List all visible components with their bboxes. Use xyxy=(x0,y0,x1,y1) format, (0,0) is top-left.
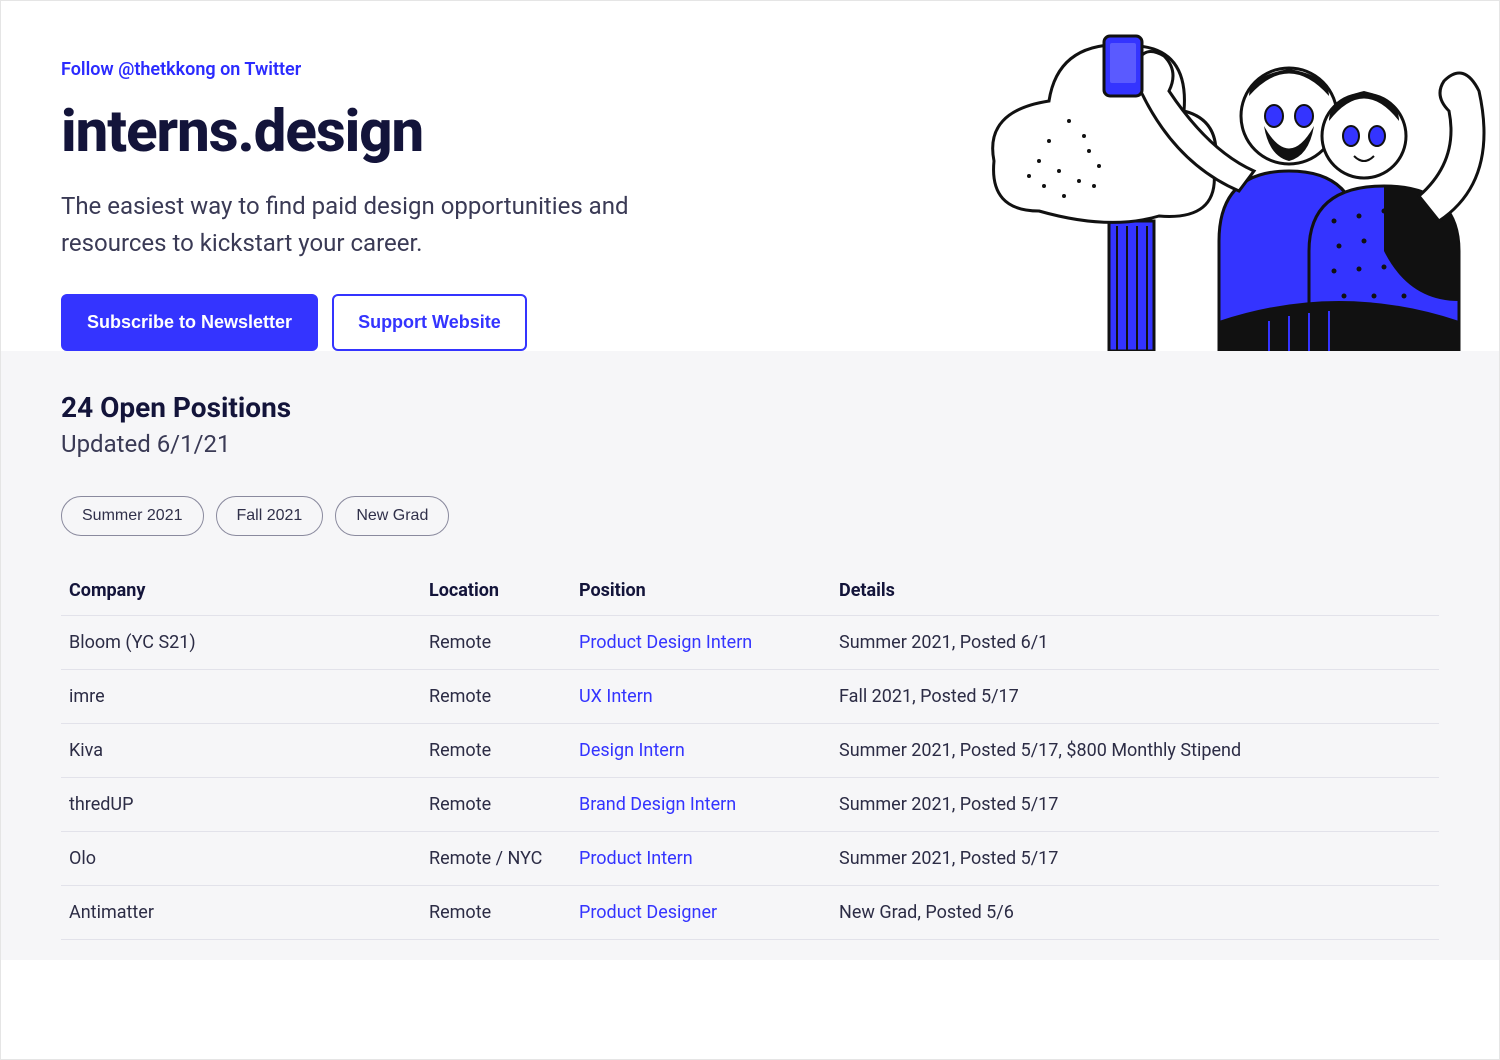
cell-location: Remote xyxy=(421,616,571,670)
cell-location: Remote xyxy=(421,778,571,832)
cell-company: imre xyxy=(61,670,421,724)
cell-company: Olo xyxy=(61,832,421,886)
position-link[interactable]: Product Intern xyxy=(579,848,693,869)
table-header-row: Company Location Position Details xyxy=(61,566,1439,616)
table-row: OloRemote / NYC Product Intern Summer 2021… xyxy=(61,832,1439,886)
cell-position: UX Intern xyxy=(571,670,831,724)
hero-section: Follow @thetkkong on Twitter interns.des… xyxy=(1,1,1499,351)
listings-section: 24 Open Positions Updated 6/1/21 Summer … xyxy=(1,351,1499,960)
cell-details: Fall 2021, Posted 5/17 xyxy=(831,670,1439,724)
position-link[interactable]: Product Designer xyxy=(579,902,717,923)
table-row: AntimatterRemote Product Designer New Grad… xyxy=(61,886,1439,940)
position-link[interactable]: Design Intern xyxy=(579,740,685,761)
positions-count: 24 Open Positions xyxy=(61,391,1439,424)
last-updated: Updated 6/1/21 xyxy=(61,430,1439,458)
table-row: thredUPRemote Brand Design Intern Summer 2… xyxy=(61,778,1439,832)
cell-location: Remote xyxy=(421,886,571,940)
hero-illustration xyxy=(989,21,1489,351)
cell-location: Remote / NYC xyxy=(421,832,571,886)
cell-location: Remote xyxy=(421,670,571,724)
position-link[interactable]: Brand Design Intern xyxy=(579,794,736,815)
col-header-position: Position xyxy=(571,566,831,616)
position-link[interactable]: Product Design Intern xyxy=(579,632,752,653)
table-row: imreRemote UX Intern Fall 2021, Posted 5/1… xyxy=(61,670,1439,724)
cell-company: thredUP xyxy=(61,778,421,832)
cell-company: Antimatter xyxy=(61,886,421,940)
col-header-location: Location xyxy=(421,566,571,616)
jobs-table: Company Location Position Details Bloom … xyxy=(61,566,1439,940)
col-header-company: Company xyxy=(61,566,421,616)
cell-position: Product Design Intern xyxy=(571,616,831,670)
people-illustration-icon xyxy=(989,21,1489,351)
page-root: Follow @thetkkong on Twitter interns.des… xyxy=(0,0,1500,1060)
position-link[interactable]: UX Intern xyxy=(579,686,653,707)
cell-details: Summer 2021, Posted 5/17 xyxy=(831,778,1439,832)
twitter-follow-link[interactable]: Follow @thetkkong on Twitter xyxy=(61,59,301,80)
filter-row: Summer 2021 Fall 2021 New Grad xyxy=(61,496,1439,536)
cell-details: New Grad, Posted 5/6 xyxy=(831,886,1439,940)
support-website-button[interactable]: Support Website xyxy=(332,294,527,351)
cell-position: Design Intern xyxy=(571,724,831,778)
hero-subtitle: The easiest way to find paid design oppo… xyxy=(61,188,701,262)
cell-details: Summer 2021, Posted 5/17, $800 Monthly S… xyxy=(831,724,1439,778)
cell-position: Brand Design Intern xyxy=(571,778,831,832)
filter-new-grad[interactable]: New Grad xyxy=(335,496,449,536)
table-row: KivaRemote Design Intern Summer 2021, Post… xyxy=(61,724,1439,778)
filter-summer-2021[interactable]: Summer 2021 xyxy=(61,496,204,536)
subscribe-newsletter-button[interactable]: Subscribe to Newsletter xyxy=(61,294,318,351)
cell-position: Product Designer xyxy=(571,886,831,940)
col-header-details: Details xyxy=(831,566,1439,616)
filter-fall-2021[interactable]: Fall 2021 xyxy=(216,496,324,536)
cell-company: Kiva xyxy=(61,724,421,778)
cell-details: Summer 2021, Posted 5/17 xyxy=(831,832,1439,886)
cell-company: Bloom (YC S21) xyxy=(61,616,421,670)
cell-details: Summer 2021, Posted 6/1 xyxy=(831,616,1439,670)
cell-location: Remote xyxy=(421,724,571,778)
cell-position: Product Intern xyxy=(571,832,831,886)
table-row: Bloom (YC S21)Remote Product Design Inter… xyxy=(61,616,1439,670)
